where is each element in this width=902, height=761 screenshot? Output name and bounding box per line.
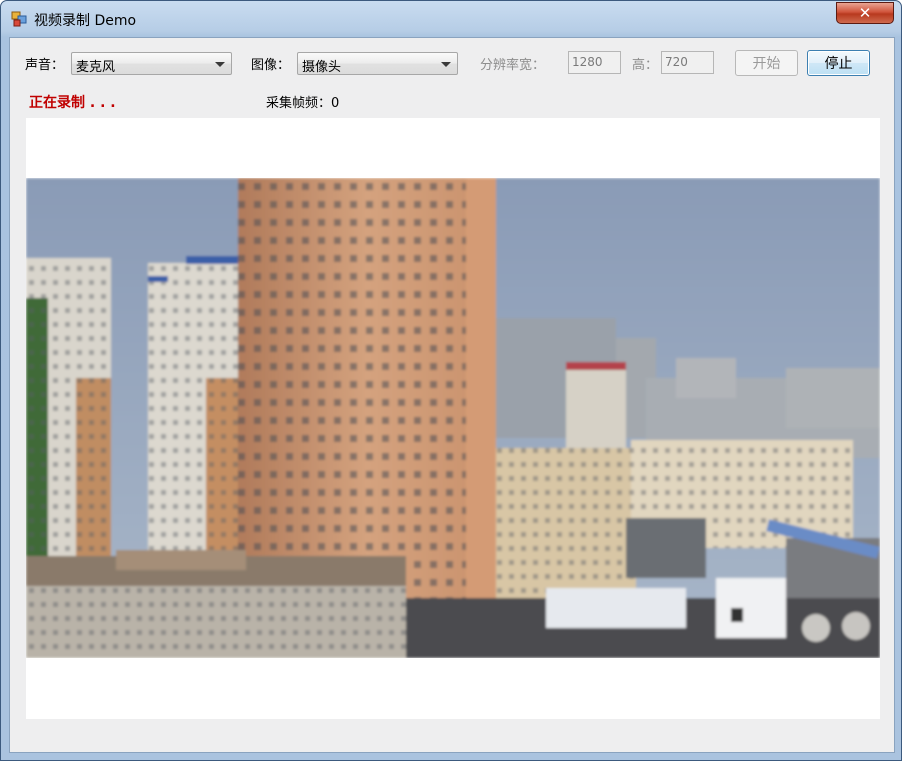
resolution-width-label: 分辨率宽： bbox=[480, 58, 546, 73]
close-icon: ✕ bbox=[858, 4, 872, 22]
chevron-down-icon bbox=[441, 62, 451, 67]
app-window-icon bbox=[11, 11, 27, 27]
audio-source-label: 声音： bbox=[25, 58, 65, 73]
video-source-label: 图像： bbox=[251, 58, 291, 73]
stop-button[interactable]: 停止 bbox=[807, 50, 870, 76]
frame-rate-label: 采集帧频： bbox=[266, 96, 332, 111]
window-title: 视频录制 Demo bbox=[34, 13, 137, 29]
app-window: 视频录制 Demo ✕ 声音： 麦克风 图像： 摄像头 分辨率宽： 1280 高… bbox=[0, 0, 902, 761]
video-source-value: 摄像头 bbox=[302, 60, 342, 75]
recording-status: 正在录制 . . . bbox=[29, 95, 116, 111]
camera-preview-image bbox=[26, 178, 880, 658]
video-preview-panel bbox=[26, 118, 880, 719]
title-bar[interactable]: 视频录制 Demo ✕ bbox=[1, 1, 901, 37]
frame-rate-display: 采集帧频：0 bbox=[266, 92, 339, 111]
close-button[interactable]: ✕ bbox=[836, 2, 894, 24]
camera-scene bbox=[26, 178, 880, 658]
client-area: 声音： 麦克风 图像： 摄像头 分辨率宽： 1280 高： 720 开始 停止 … bbox=[9, 37, 895, 753]
audio-source-select[interactable]: 麦克风 bbox=[71, 52, 232, 75]
resolution-height-label: 高： bbox=[632, 58, 659, 73]
chevron-down-icon bbox=[215, 62, 225, 67]
frame-rate-value: 0 bbox=[331, 96, 340, 111]
resolution-height-field[interactable]: 720 bbox=[661, 51, 714, 74]
video-source-select[interactable]: 摄像头 bbox=[297, 52, 458, 75]
resolution-width-field[interactable]: 1280 bbox=[568, 51, 621, 74]
audio-source-value: 麦克风 bbox=[76, 60, 116, 75]
start-button[interactable]: 开始 bbox=[735, 50, 798, 76]
